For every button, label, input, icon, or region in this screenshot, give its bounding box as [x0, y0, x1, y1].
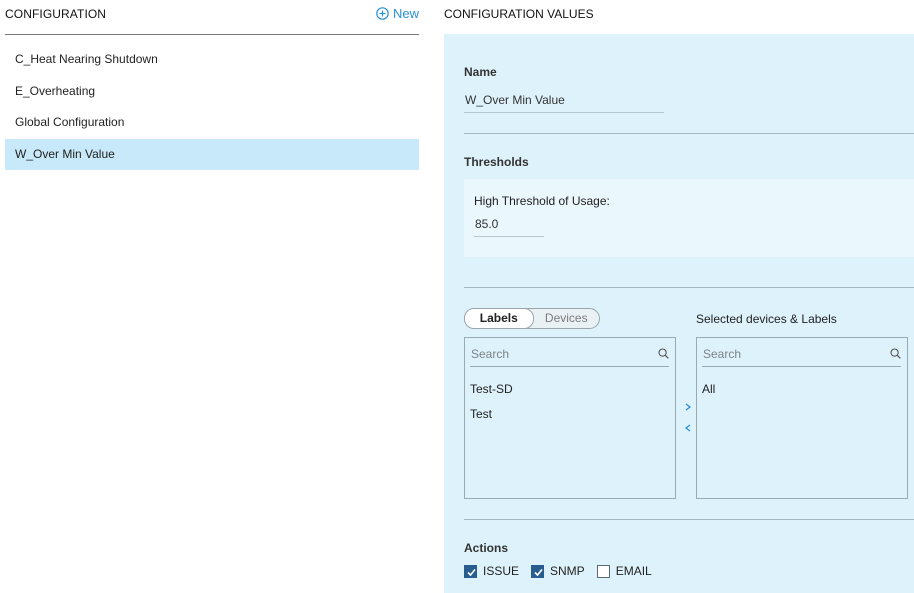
chevron-right-icon[interactable] — [683, 402, 693, 412]
configuration-item-selected[interactable]: W_Over Min Value — [5, 138, 419, 170]
list-item[interactable]: All — [702, 382, 715, 396]
high-threshold-label: High Threshold of Usage: — [474, 194, 610, 208]
actions-section-label: Actions — [464, 541, 509, 555]
chevron-left-icon[interactable] — [683, 423, 693, 433]
thresholds-section-label: Thresholds — [464, 155, 529, 169]
snmp-checkbox[interactable]: SNMP — [531, 564, 585, 578]
configuration-item-label: W_Over Min Value — [15, 146, 115, 161]
selected-search-input[interactable] — [702, 343, 901, 365]
section-divider — [464, 287, 914, 288]
search-icon[interactable] — [658, 348, 669, 359]
actions-checkboxes: ISSUE SNMP EMAIL — [464, 564, 664, 578]
labels-devices-toggle: Labels Devices — [464, 308, 600, 329]
checkbox-box[interactable] — [596, 564, 610, 578]
thresholds-box: High Threshold of Usage: 85.0 — [464, 179, 914, 257]
configuration-item-label: C_Heat Nearing Shutdown — [15, 52, 158, 66]
name-section-label: Name — [464, 65, 497, 79]
selected-devices-list: All — [696, 337, 908, 499]
checkbox-box[interactable] — [531, 564, 545, 578]
section-divider — [464, 133, 914, 134]
high-threshold-field[interactable]: 85.0 — [474, 215, 544, 237]
section-divider — [464, 519, 914, 520]
configuration-header: CONFIGURATION New — [5, 0, 419, 35]
new-configuration-button[interactable]: New — [376, 6, 419, 21]
name-field[interactable]: W_Over Min Value — [464, 91, 664, 113]
check-icon — [534, 568, 543, 576]
available-labels-list: Test-SD Test — [464, 337, 676, 499]
email-label: EMAIL — [615, 564, 652, 578]
snmp-label: SNMP — [550, 564, 585, 578]
configuration-values-panel: Name W_Over Min Value Thresholds High Th… — [444, 34, 914, 593]
check-icon — [467, 568, 476, 576]
list-item[interactable]: Test — [470, 407, 492, 421]
configuration-item-label: E_Overheating — [15, 83, 96, 98]
configuration-values-title: CONFIGURATION VALUES — [444, 7, 594, 21]
plus-circle-icon — [376, 7, 389, 20]
email-checkbox[interactable]: EMAIL — [596, 564, 652, 578]
configuration-item[interactable]: C_Heat Nearing Shutdown — [5, 44, 419, 76]
configuration-title: CONFIGURATION — [5, 7, 107, 21]
list-item[interactable]: Test-SD — [470, 382, 513, 396]
selected-search — [702, 343, 901, 367]
new-button-label: New — [392, 6, 419, 21]
search-icon[interactable] — [890, 348, 901, 359]
name-field-value: W_Over Min Value — [465, 93, 565, 107]
configuration-item-label: Global Configuration — [15, 115, 125, 129]
issue-label: ISSUE — [483, 564, 520, 578]
configuration-item[interactable]: Global Configuration — [5, 107, 419, 139]
configuration-item[interactable]: E_Overheating — [5, 76, 419, 108]
configuration-panel: CONFIGURATION New C_Heat Nearing Shutdow… — [0, 0, 420, 593]
checkbox-box[interactable] — [464, 564, 477, 578]
labels-tab[interactable]: Labels — [464, 308, 534, 329]
selected-devices-labels-title: Selected devices & Labels — [696, 312, 837, 326]
available-search-input[interactable] — [470, 343, 669, 365]
issue-checkbox[interactable]: ISSUE — [464, 564, 519, 578]
high-threshold-value: 85.0 — [475, 217, 499, 231]
configuration-list: C_Heat Nearing Shutdown E_Overheating Gl… — [5, 44, 419, 170]
devices-tab[interactable]: Devices — [534, 309, 600, 328]
available-search — [470, 343, 669, 367]
